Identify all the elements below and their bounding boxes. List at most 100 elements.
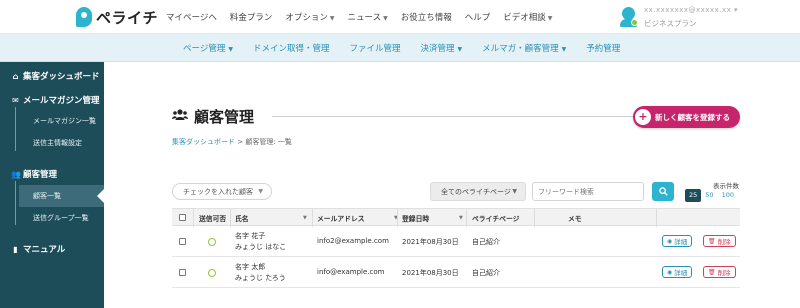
header-name[interactable]: 氏名 ▼ — [235, 209, 311, 227]
sidebar-item-sender-settings[interactable]: 送信主情報設定 — [19, 132, 104, 154]
free-word-search-input[interactable] — [532, 182, 644, 201]
topnav-label: ニュース — [347, 13, 382, 23]
customer-email: info@example.com — [317, 268, 385, 276]
customer-kana: みょうじ たろう — [235, 274, 286, 282]
sort-down-icon: ▼ — [303, 215, 307, 221]
customer-registered-at: 2021年08月30日 — [402, 269, 459, 277]
sidebar-item-manual[interactable]: ▮ マニュアル — [11, 243, 66, 256]
eye-icon: ◉ — [667, 237, 673, 245]
header-registered-at[interactable]: 登録日時 ▼ — [402, 209, 466, 227]
sort-down-icon: ▼ — [459, 215, 463, 221]
header-email[interactable]: メールアドレス ▼ — [317, 209, 401, 227]
select-all-checkbox[interactable] — [179, 214, 186, 221]
subnav-reservation[interactable]: 予約管理 — [586, 42, 620, 54]
add-customer-button[interactable]: + 新しく顧客を登録する — [633, 106, 740, 128]
envelope-icon: ✉ — [12, 95, 19, 105]
topnav-pricing[interactable]: 料金プラン — [230, 11, 273, 23]
breadcrumb-separator: > — [237, 138, 244, 146]
per-page-options: 25 50 100 — [685, 189, 738, 202]
sidebar-item-customers[interactable]: 👥 顧客管理 — [11, 168, 58, 181]
delete-label: 削除 — [717, 269, 731, 277]
sidebar-label: 送信グループ一覧 — [33, 214, 89, 222]
delete-button[interactable]: 🗑 削除 — [703, 266, 736, 278]
sidebar-tree-line — [15, 181, 16, 225]
send-ok-icon — [208, 269, 216, 277]
header-label: 氏名 — [235, 215, 249, 223]
logo-text: ペライチ — [96, 8, 159, 27]
breadcrumb: 集客ダッシュボード > 顧客管理: 一覧 — [172, 137, 292, 147]
book-icon: ▮ — [13, 244, 18, 254]
topnav-news[interactable]: ニュース ▼ — [348, 11, 388, 23]
subnav-payment[interactable]: 決済管理 ▼ — [421, 42, 463, 54]
users-icon: 👥 — [11, 169, 21, 179]
row-checkbox[interactable] — [179, 238, 186, 245]
subnav-domain[interactable]: ドメイン取得・管理 — [253, 42, 330, 54]
chevron-down-icon: ▼ — [329, 15, 335, 22]
users-icon — [172, 108, 188, 125]
select-label: 全てのペライチページ — [441, 187, 511, 196]
detail-label: 詳細 — [674, 238, 688, 246]
subnav-label: 予約管理 — [586, 44, 621, 54]
sub-nav: ページ管理 ▼ ドメイン取得・管理 ファイル管理 決済管理 ▼ メルマガ・顧客管理 ▼… — [0, 34, 800, 62]
chevron-down-icon: ▼ — [561, 46, 567, 53]
peraichi-page-filter-select[interactable]: 全てのペライチページ ▼ — [430, 182, 526, 201]
trash-icon: 🗑 — [708, 268, 716, 276]
subnav-files[interactable]: ファイル管理 — [349, 42, 400, 54]
sidebar-item-dashboard[interactable]: ⌂ 集客ダッシュボード — [11, 70, 100, 83]
detail-label: 詳細 — [674, 269, 688, 277]
per-page-100[interactable]: 100 — [718, 189, 738, 202]
sidebar-tree-line — [15, 107, 16, 151]
sidebar-label: メールマガジン管理 — [23, 96, 100, 106]
checked-customers-action-select[interactable]: チェックを入れた顧客 ▼ — [172, 183, 272, 200]
table-header: 送信可否 氏名 ▼ メールアドレス ▼ 登録日時 ▼ ペライチページ メモ — [172, 208, 740, 227]
header-label: 登録日時 — [402, 215, 430, 223]
select-label: チェックを入れた顧客 — [183, 187, 253, 196]
topnav-label: マイページへ — [166, 13, 217, 23]
per-page-25[interactable]: 25 — [685, 189, 702, 202]
delete-button[interactable]: 🗑 削除 — [703, 235, 736, 247]
plus-icon: + — [635, 109, 651, 125]
topnav-video-consult[interactable]: ビデオ相談 ▼ — [503, 11, 552, 23]
topnav-label: ビデオ相談 — [503, 13, 546, 23]
topnav-label: お役立ち情報 — [400, 13, 452, 23]
table-row: 名字 太郎 みょうじ たろう info@example.com 2021年08月… — [172, 258, 740, 288]
sidebar-label: 顧客管理 — [23, 170, 58, 180]
avatar-icon — [620, 7, 638, 27]
chevron-down-icon: ▼ — [547, 15, 553, 22]
add-customer-label: 新しく顧客を登録する — [655, 112, 730, 122]
send-ok-icon — [208, 238, 216, 246]
subnav-label: メルマガ・顧客管理 — [482, 44, 559, 54]
logo[interactable]: ペライチ — [76, 6, 158, 28]
home-icon: ⌂ — [12, 71, 19, 81]
per-page-50[interactable]: 50 — [701, 189, 717, 202]
sidebar-item-customer-list[interactable]: 顧客一覧 — [19, 185, 104, 207]
subnav-page-management[interactable]: ページ管理 ▼ — [183, 42, 233, 54]
table-row: 名字 花子 みょうじ はなこ info2@example.com 2021年08… — [172, 227, 740, 257]
chevron-down-icon: ▼ — [228, 46, 233, 53]
breadcrumb-dashboard-link[interactable]: 集客ダッシュボード — [172, 138, 235, 146]
delete-label: 削除 — [717, 238, 731, 246]
breadcrumb-current: 顧客管理: 一覧 — [245, 138, 292, 146]
sidebar-item-mailmag-list[interactable]: メールマガジン一覧 — [19, 110, 104, 132]
verified-check-icon — [631, 19, 638, 26]
subnav-mailmag-customers[interactable]: メルマガ・顧客管理 ▼ — [482, 42, 566, 54]
topnav-label: ヘルプ — [464, 13, 491, 23]
header-label: メールアドレス — [317, 215, 365, 223]
topnav-help[interactable]: ヘルプ — [465, 11, 491, 23]
sidebar-item-send-groups[interactable]: 送信グループ一覧 — [19, 207, 104, 229]
row-checkbox[interactable] — [179, 269, 186, 276]
title-divider — [272, 116, 636, 117]
sidebar-item-mail-magazine[interactable]: ✉ メールマガジン管理 — [11, 94, 100, 107]
topnav-mypage[interactable]: マイページへ — [166, 11, 217, 23]
user-plan: ビジネスプラン — [644, 19, 697, 28]
sidebar-label: マニュアル — [23, 245, 66, 255]
page-title: 顧客管理 — [172, 106, 254, 127]
topnav-options[interactable]: オプション ▼ — [285, 11, 334, 23]
header-peraichi-page: ペライチページ — [472, 215, 520, 223]
topnav-tips[interactable]: お役立ち情報 — [401, 11, 452, 23]
customer-peraichi-page: 自己紹介 — [472, 269, 500, 277]
detail-button[interactable]: ◉ 詳細 — [662, 235, 693, 247]
topnav-label: オプション — [285, 13, 328, 23]
search-button[interactable] — [652, 182, 674, 201]
detail-button[interactable]: ◉ 詳細 — [662, 266, 693, 278]
